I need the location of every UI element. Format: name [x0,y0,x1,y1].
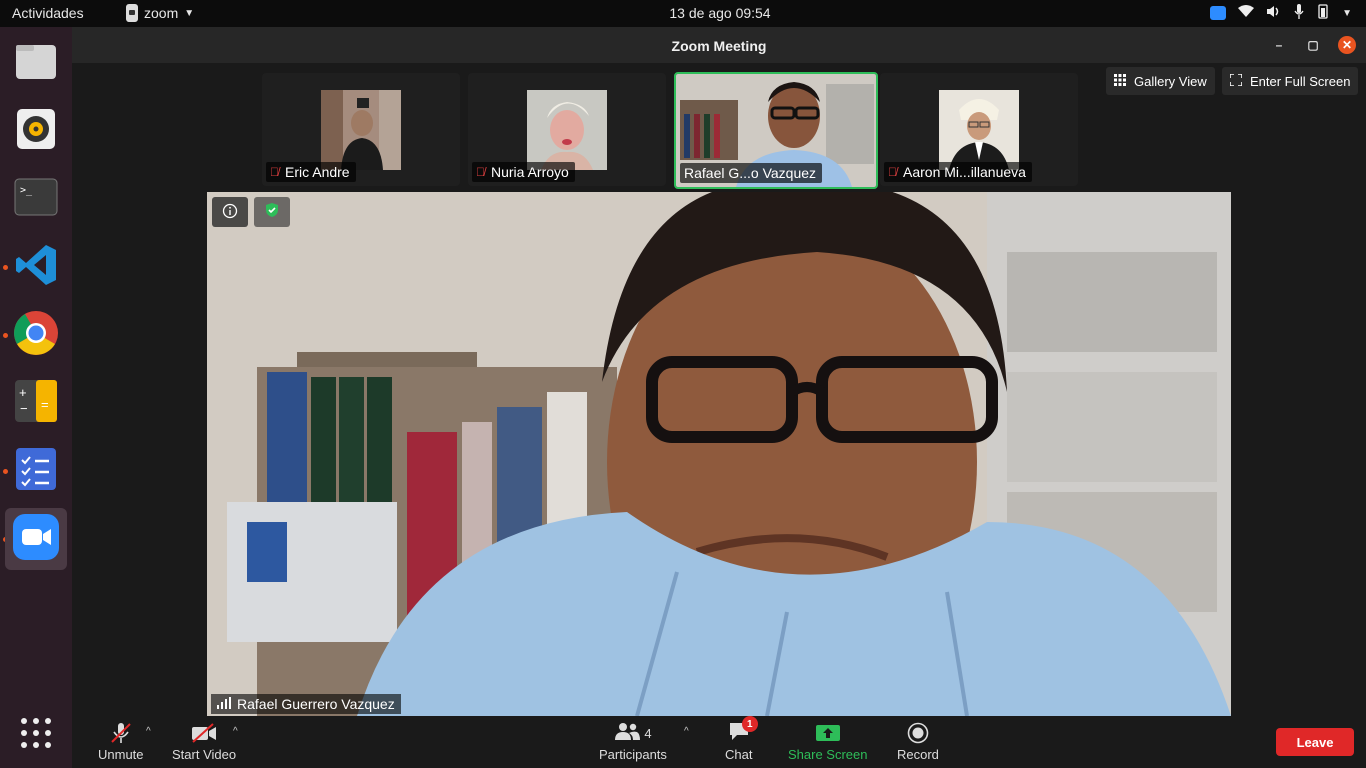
fullscreen-label: Enter Full Screen [1250,73,1351,89]
unmute-button[interactable]: Unmute [98,722,144,762]
system-top-bar: Actividades zoom ▼ 13 de ago 09:54 ▼ [0,0,1366,27]
active-speaker-video[interactable]: Rafael Guerrero Vazquez [207,192,1231,716]
muted-mic-icon: 🎙̸ [476,165,485,179]
participants-icon-row: 4 [614,722,652,745]
participant-video [321,90,401,170]
participant-tile-active-speaker[interactable]: Rafael G...o Vazquez [674,72,878,189]
calculator-launcher[interactable]: + − = [5,372,67,434]
video-options-caret-icon[interactable]: ^ [233,726,238,737]
participant-name-label: 🎙̸ Aaron Mi...illanueva [884,162,1032,182]
participants-label: Participants [599,747,667,762]
muted-mic-icon: 🎙̸ [888,165,897,179]
shield-icon [264,202,280,223]
participants-button[interactable]: 4 Participants [599,722,667,762]
share-screen-icon [815,722,841,744]
record-button[interactable]: Record [897,722,939,762]
wifi-icon [1238,5,1255,21]
ubuntu-dock: >_ + − = [0,27,72,768]
participants-count: 4 [644,725,652,741]
speaker-name: Rafael Guerrero Vazquez [237,696,395,712]
participant-name-label: 🎙̸ Nuria Arroyo [472,162,575,182]
vscode-icon [14,243,58,292]
rhythmbox-launcher[interactable] [5,100,67,162]
chat-icon-wrap: 1 [728,716,758,744]
window-title: Zoom Meeting [671,38,767,54]
participant-name: Nuria Arroyo [491,164,569,180]
checklist-icon [15,447,57,496]
clock[interactable]: 13 de ago 09:54 [0,5,1366,21]
record-icon [907,722,929,744]
grid-icon [20,717,52,754]
muted-mic-icon: 🎙̸ [270,165,279,179]
chat-button[interactable]: 1 Chat [725,716,758,762]
svg-text:=: = [41,397,49,412]
encryption-button[interactable] [254,197,290,227]
participant-tile[interactable]: 🎙̸ Eric Andre [262,73,460,186]
people-icon [614,722,641,745]
participant-video [527,90,607,170]
participant-name: Rafael G...o Vazquez [684,165,817,181]
participant-tile[interactable]: 🎙̸ Aaron Mi...illanueva [880,73,1078,186]
speaker-name-label: Rafael Guerrero Vazquez [211,694,401,714]
participants-options-caret-icon[interactable]: ^ [684,726,689,737]
terminal-launcher[interactable]: >_ [5,168,67,230]
terminal-icon: >_ [14,178,58,221]
gallery-view-button[interactable]: Gallery View [1106,67,1215,95]
svg-text:+: + [19,385,27,400]
start-video-button[interactable]: Start Video [172,722,236,762]
vscode-launcher[interactable] [5,236,67,298]
fullscreen-icon [1229,72,1243,89]
maximize-button[interactable]: ▢ [1304,36,1322,54]
window-titlebar[interactable]: Zoom Meeting – ▢ ✕ [72,27,1366,63]
chat-unread-badge: 1 [741,716,758,732]
chat-label: Chat [725,747,753,762]
participant-tile[interactable]: 🎙̸ Nuria Arroyo [468,73,666,186]
close-button[interactable]: ✕ [1338,36,1356,54]
power-menu-chevron-icon[interactable]: ▼ [1342,8,1352,19]
info-icon [222,203,238,222]
participant-video [939,90,1019,170]
meeting-info-button[interactable] [212,197,248,227]
video-off-icon [191,722,217,744]
participant-name-label: Rafael G...o Vazquez [680,163,823,183]
meeting-controls-bar: Unmute ^ Start Video ^ 4 Participants ^ [72,716,1366,768]
participant-name-label: 🎙̸ Eric Andre [266,162,356,182]
share-screen-button[interactable]: Share Screen [788,722,868,762]
start-video-label: Start Video [172,747,237,762]
svg-text:−: − [20,401,28,416]
enter-full-screen-button[interactable]: Enter Full Screen [1222,67,1359,95]
grid-icon [1114,73,1126,89]
gallery-view-label: Gallery View [1134,73,1207,89]
audio-options-caret-icon[interactable]: ^ [146,726,151,737]
zoom-icon [12,513,60,566]
show-applications-button[interactable] [5,704,67,766]
system-tray[interactable]: ▼ [1210,4,1352,22]
folder-icon [15,42,57,85]
chrome-launcher[interactable] [5,304,67,366]
zoom-launcher[interactable] [5,508,67,570]
zoom-tray-icon[interactable] [1210,6,1227,20]
share-screen-label: Share Screen [788,747,868,762]
speaker-icon [16,108,56,155]
leave-meeting-button[interactable]: Leave [1276,728,1354,756]
zoom-window: Zoom Meeting – ▢ ✕ 🎙̸ Eric Andre 🎙̸ Nuri… [72,27,1366,768]
speaker-video-frame [207,192,1231,716]
volume-icon [1266,5,1282,21]
minimize-button[interactable]: – [1270,36,1288,54]
todo-launcher[interactable] [5,440,67,502]
battery-icon [1316,4,1330,22]
record-label: Record [897,747,939,762]
signal-bars-icon [217,696,231,712]
microphone-icon [1294,4,1304,22]
svg-text:>_: >_ [20,185,33,196]
unmute-label: Unmute [98,747,144,762]
calculator-icon: + − = [14,379,58,428]
files-launcher[interactable] [5,32,67,94]
chrome-icon [13,310,59,361]
participant-name: Aaron Mi...illanueva [903,164,1026,180]
muted-microphone-icon [109,722,133,744]
participant-name: Eric Andre [285,164,350,180]
